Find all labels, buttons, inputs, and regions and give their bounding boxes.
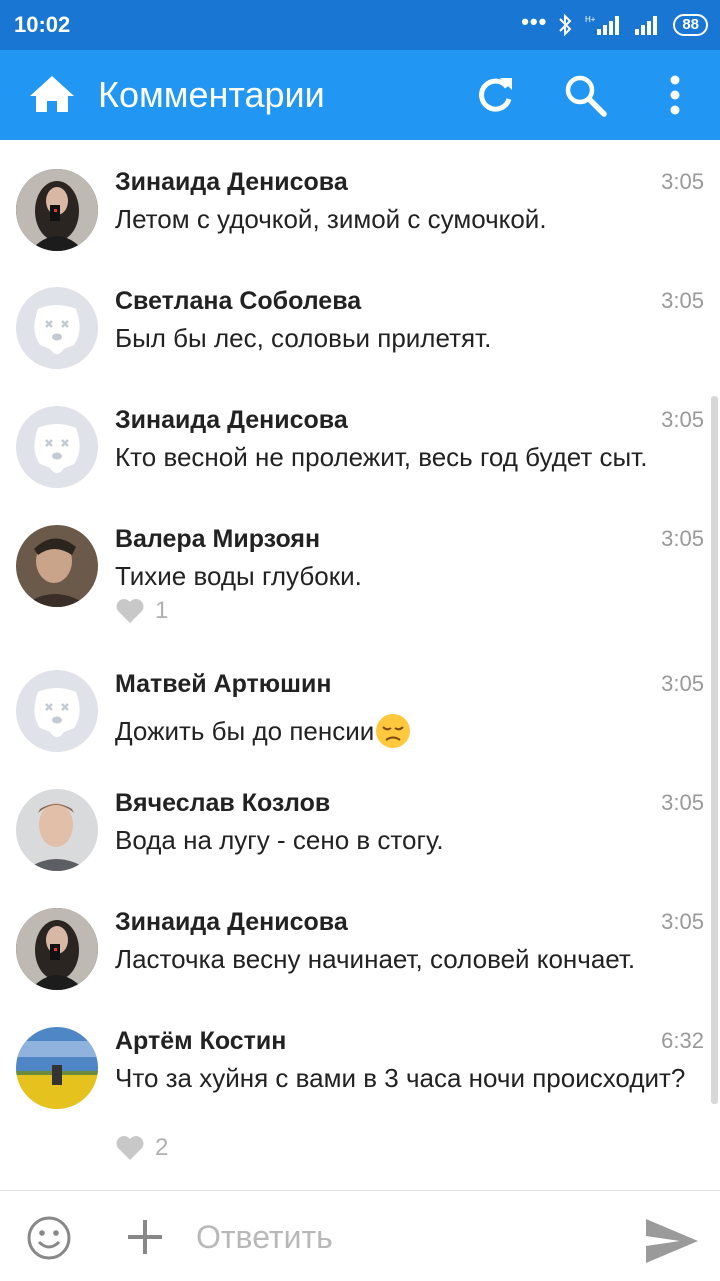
svg-text:H+: H+ [585, 15, 596, 24]
status-dots: ••• [521, 9, 548, 34]
avatar[interactable] [16, 525, 98, 607]
comment-time: 3:05 [661, 288, 704, 313]
reply-input[interactable] [196, 1215, 616, 1259]
home-icon[interactable] [28, 74, 76, 114]
comment-author[interactable]: Зинаида Денисова [115, 167, 348, 197]
avatar[interactable] [16, 1027, 98, 1109]
battery-indicator: 88 [673, 14, 708, 36]
comment-author[interactable]: Зинаида Денисова [115, 907, 348, 937]
scrollbar[interactable] [711, 396, 718, 1104]
signal-icon-2 [635, 16, 658, 35]
comment-author[interactable]: Зинаида Денисова [115, 405, 348, 435]
like-count: 1 [155, 597, 169, 624]
attach-plus-icon[interactable] [125, 1217, 165, 1257]
comment-item[interactable]: Зинаида Денисова 3:05 Летом с удочкой, з… [0, 140, 720, 258]
default-avatar-dog-icon [16, 670, 98, 752]
comment-time: 3:05 [661, 671, 704, 696]
comment-text: Что за хуйня с вами в 3 часа ночи происх… [115, 1063, 686, 1093]
status-time: 10:02 [14, 12, 71, 37]
like-button[interactable]: 2 [115, 1134, 168, 1162]
avatar[interactable] [16, 908, 98, 990]
search-icon[interactable] [562, 72, 608, 118]
smile-icon[interactable] [26, 1215, 72, 1261]
avatar[interactable] [16, 670, 98, 752]
status-icons: ••• H+ 88 [521, 9, 708, 38]
comment-item[interactable]: Валера Мирзоян 3:05 Тихие воды глубоки. … [0, 495, 720, 640]
avatar-photo-man-light [16, 789, 98, 871]
reply-bar [0, 1190, 720, 1281]
comment-author[interactable]: Валера Мирзоян [115, 524, 320, 554]
avatar-photo-field [16, 1027, 98, 1109]
comment-author[interactable]: Артём Костин [115, 1026, 286, 1056]
comment-time: 3:05 [661, 169, 704, 194]
avatar[interactable] [16, 406, 98, 488]
comment-text: Ласточка весну начинает, соловей кончает… [115, 944, 636, 974]
comment-text: Вода на лугу - сено в стогу. [115, 825, 444, 855]
comment-text: Дожить бы до пенсии [115, 712, 710, 750]
pensive-face-emoji-icon [376, 714, 411, 748]
more-options-icon[interactable] [660, 74, 690, 116]
comment-item[interactable]: Матвей Артюшин 3:05 Дожить бы до пенсии [0, 640, 720, 759]
comment-time: 3:05 [661, 790, 704, 815]
comment-time: 3:05 [661, 526, 704, 551]
heart-icon [116, 599, 144, 623]
send-icon[interactable] [644, 1217, 700, 1265]
comment-time: 3:05 [661, 909, 704, 934]
default-avatar-dog-icon [16, 287, 98, 369]
app-bar: Комментарии [0, 50, 720, 140]
avatar-photo-man-dark [16, 525, 98, 607]
comment-item[interactable]: Светлана Соболева 3:05 Был бы лес, солов… [0, 258, 720, 377]
comment-time: 3:05 [661, 407, 704, 432]
like-count: 2 [155, 1134, 169, 1161]
avatar-photo-woman [16, 908, 98, 990]
comment-time: 6:32 [661, 1028, 704, 1053]
heart-icon [116, 1136, 144, 1160]
like-button[interactable]: 1 [115, 597, 168, 625]
avatar[interactable] [16, 287, 98, 369]
signal-icon: H+ [585, 15, 620, 35]
bluetooth-icon [559, 13, 572, 37]
comment-text-content: Дожить бы до пенсии [115, 716, 375, 746]
avatar-photo-woman [16, 169, 98, 251]
comment-item[interactable]: Артём Костин 6:32 Что за хуйня с вами в … [0, 997, 720, 1177]
comment-text: Был бы лес, соловьи прилетят. [115, 323, 492, 353]
comment-item[interactable]: Вячеслав Козлов 3:05 Вода на лугу - сено… [0, 759, 720, 878]
avatar[interactable] [16, 789, 98, 871]
comment-item[interactable]: Зинаида Денисова 3:05 Ласточка весну нач… [0, 878, 720, 997]
avatar[interactable] [16, 169, 98, 251]
comment-text: Кто весной не пролежит, весь год будет с… [115, 442, 648, 472]
comment-author[interactable]: Вячеслав Козлов [115, 788, 330, 818]
comment-author[interactable]: Матвей Артюшин [115, 669, 331, 699]
page-title: Комментарии [98, 74, 325, 115]
status-bar: 10:02 ••• H+ 88 [0, 0, 720, 50]
refresh-icon[interactable] [474, 74, 516, 116]
comment-text: Тихие воды глубоки. [115, 561, 362, 591]
comment-item[interactable]: Зинаида Денисова 3:05 Кто весной не прол… [0, 377, 720, 495]
comment-author[interactable]: Светлана Соболева [115, 286, 361, 316]
default-avatar-dog-icon [16, 406, 98, 488]
comment-text: Летом с удочкой, зимой с сумочкой. [115, 204, 547, 234]
